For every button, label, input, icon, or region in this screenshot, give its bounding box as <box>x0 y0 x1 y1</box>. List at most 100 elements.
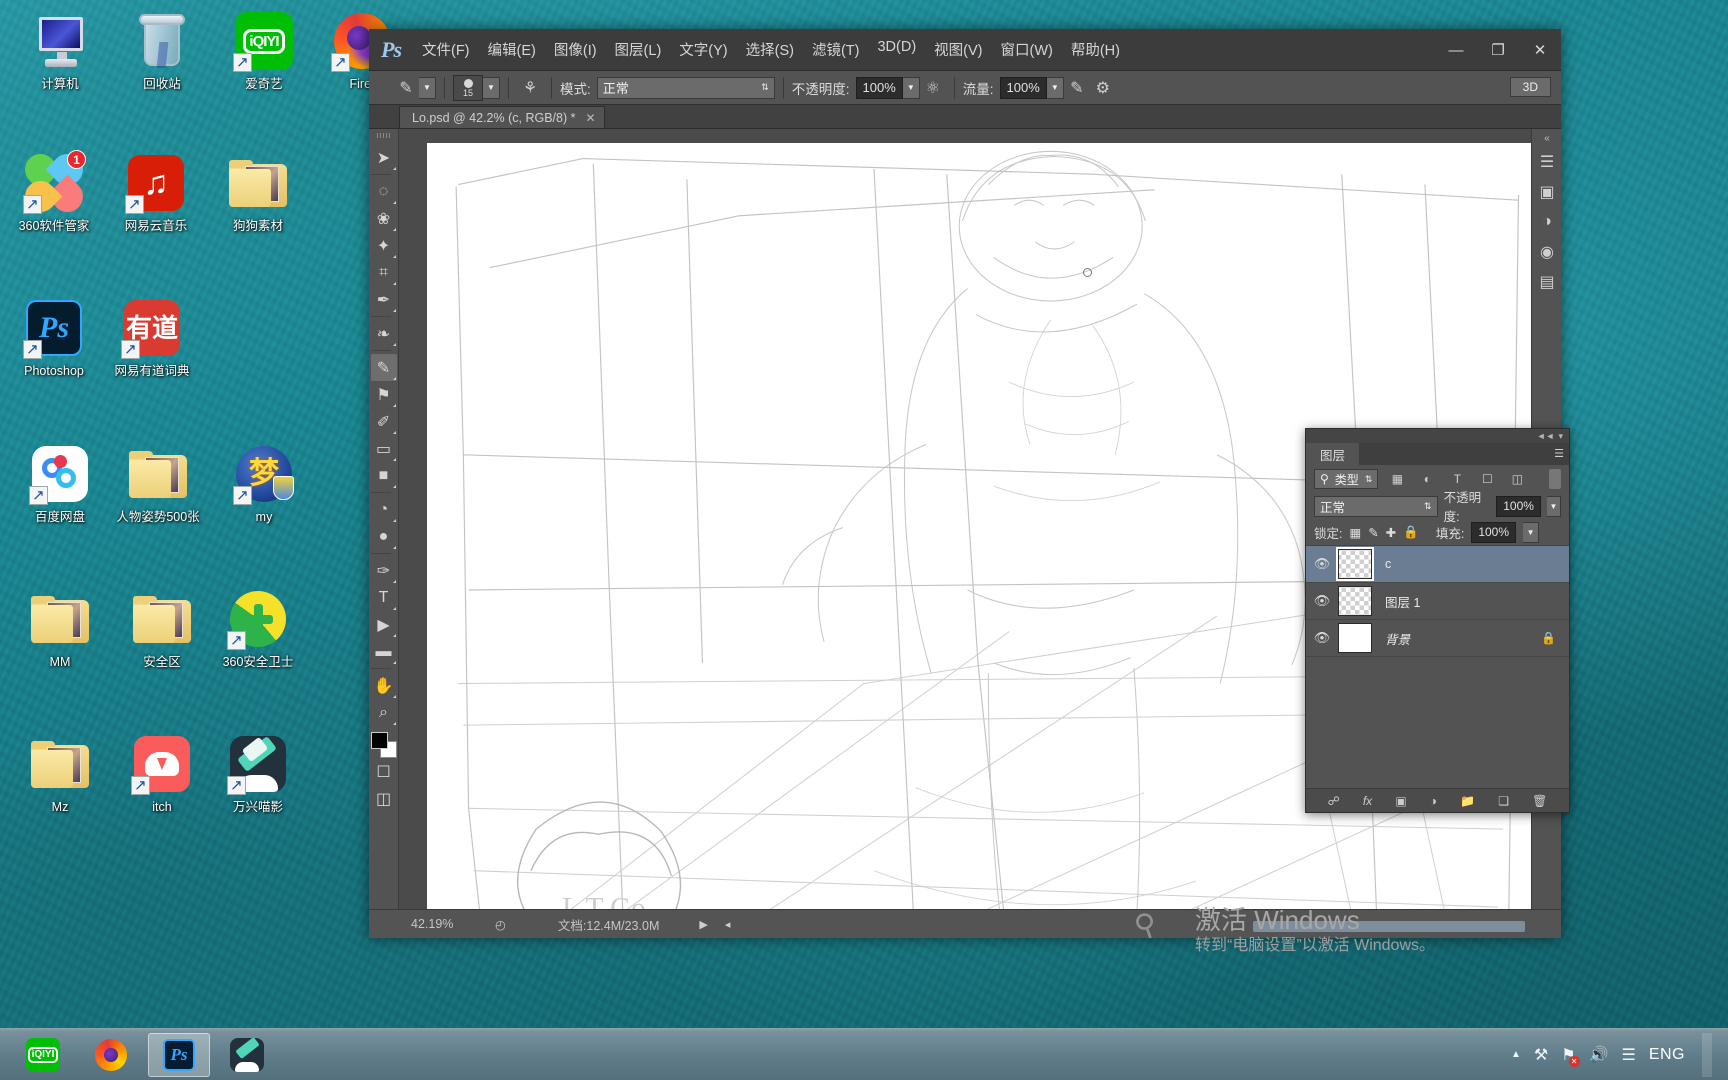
lock-transparent-icon[interactable]: ▦ <box>1349 525 1361 540</box>
menu-5[interactable]: 选择(S) <box>737 35 803 64</box>
pressure-opacity-icon[interactable]: ⚛ <box>920 76 946 100</box>
screen-mode-icon[interactable]: ◫ <box>371 785 397 812</box>
collapse-icon[interactable]: ◄◄ <box>1537 431 1555 441</box>
shape-tool[interactable]: ▬ <box>371 638 397 665</box>
desktop-icon-0[interactable]: 计算机 <box>8 10 112 91</box>
layer-thumbnail[interactable] <box>1336 547 1374 581</box>
filter-type-icon[interactable]: T <box>1446 469 1468 489</box>
tray-language-indicator[interactable]: ENG <box>1649 1046 1685 1064</box>
menu-2[interactable]: 图像(I) <box>545 35 606 64</box>
lock-image-icon[interactable]: ✎ <box>1368 525 1378 540</box>
brush-size-dropdown[interactable]: ▼ <box>483 76 500 99</box>
character-icon[interactable]: ▤ <box>1532 267 1562 297</box>
opacity-value[interactable]: 100% <box>855 76 903 99</box>
layer-blend-mode-select[interactable]: 正常 ⇅ <box>1314 495 1438 517</box>
tray-usb-icon[interactable]: ⚒ <box>1534 1045 1548 1065</box>
layer-thumbnail[interactable] <box>1338 586 1372 616</box>
tray-overflow-icon[interactable]: ▲ <box>1511 1049 1521 1060</box>
tray-network-icon[interactable]: ☰ <box>1621 1045 1635 1065</box>
panel-menu-icon[interactable]: ☰ <box>1554 447 1564 460</box>
eraser-tool[interactable]: ▭ <box>371 435 397 462</box>
filter-adjustment-icon[interactable]: ◐ <box>1416 469 1438 489</box>
opacity-dropdown[interactable]: ▼ <box>902 76 920 99</box>
desktop-icon-13[interactable]: 安全区 <box>110 588 214 669</box>
desktop-icon-11[interactable]: 梦 my <box>212 443 316 524</box>
magic-wand-tool[interactable]: ✦ <box>371 232 397 259</box>
type-tool[interactable]: T <box>371 584 397 611</box>
adjustments-icon[interactable]: ◑ <box>1532 207 1562 237</box>
menu-3[interactable]: 图层(L) <box>606 35 671 64</box>
filter-shape-icon[interactable]: ☐ <box>1476 469 1498 489</box>
lasso-tool[interactable]: ❀ <box>371 205 397 232</box>
layer-opacity-dropdown[interactable]: ▼ <box>1546 495 1561 517</box>
expand-panels-icon[interactable]: « <box>1532 129 1562 147</box>
filter-enable-toggle[interactable] <box>1549 469 1561 489</box>
brush-tool[interactable]: ✎ <box>370 354 397 381</box>
tray-action-center-icon[interactable]: ⚑ ✕ <box>1561 1045 1580 1067</box>
new-group-icon[interactable]: 📁 <box>1460 794 1475 808</box>
menu-0[interactable]: 文件(F) <box>413 35 479 64</box>
desktop-icon-6[interactable]: 狗狗素材 <box>206 152 310 233</box>
flow-value[interactable]: 100% <box>999 76 1047 99</box>
menu-4[interactable]: 文字(Y) <box>670 35 736 64</box>
workspace-3d-button[interactable]: 3D <box>1509 77 1551 97</box>
horizontal-scrollbar[interactable] <box>1253 921 1525 932</box>
desktop-icon-2[interactable]: iQIYI 爱奇艺 <box>212 10 316 91</box>
minimize-button[interactable]: — <box>1435 29 1477 71</box>
menu-8[interactable]: 视图(V) <box>925 35 991 64</box>
dodge-tool[interactable]: ● <box>371 523 397 550</box>
layer-row-0[interactable]: 👁 c <box>1306 546 1569 583</box>
close-icon[interactable]: ✕ <box>585 111 595 125</box>
fill-value[interactable]: 100% <box>1471 521 1517 543</box>
desktop-icon-5[interactable]: ♫ 网易云音乐 <box>104 152 208 233</box>
link-layers-icon[interactable]: ☍ <box>1328 794 1340 808</box>
document-tab[interactable]: Lo.psd @ 42.2% (c, RGB/8) * ✕ <box>399 106 605 128</box>
layer-list[interactable]: 👁 c 👁 图层 1 👁 背景 🔒 <box>1306 545 1569 788</box>
desktop-icon-7[interactable]: Ps Photoshop <box>2 297 106 378</box>
layer-style-icon[interactable]: fx <box>1363 794 1372 808</box>
history-brush-tool[interactable]: ✐ <box>371 408 397 435</box>
lock-position-icon[interactable]: ✚ <box>1386 525 1396 540</box>
gradient-tool[interactable]: ■ <box>371 462 397 489</box>
filter-kind-select[interactable]: ⚲ 类型 ⇅ <box>1314 469 1379 489</box>
desktop-icon-14[interactable]: 360安全卫士 <box>206 588 310 669</box>
crop-tool[interactable]: ⌗ <box>371 259 397 286</box>
taskbar-button-firefox[interactable] <box>80 1033 142 1077</box>
filter-pixel-icon[interactable]: ▦ <box>1386 469 1408 489</box>
foreground-background-color[interactable] <box>370 732 397 758</box>
desktop-icon-4[interactable]: 1 360软件管家 <box>2 147 106 233</box>
taskbar-button-iqiyi[interactable]: iQIYI <box>12 1033 74 1077</box>
marquee-tool[interactable]: ◌ <box>371 178 397 205</box>
taskbar-button-wondershare[interactable] <box>216 1033 278 1077</box>
layer-row-2[interactable]: 👁 背景 🔒 <box>1306 620 1569 657</box>
histogram-icon[interactable]: ☰ <box>1532 147 1562 177</box>
blend-mode-select[interactable]: 正常 ⇅ <box>596 76 775 99</box>
layer-thumbnail[interactable] <box>1338 623 1372 653</box>
maximize-button[interactable]: ❐ <box>1477 29 1519 71</box>
hand-tool[interactable]: ✋ <box>371 672 397 699</box>
layer-opacity-value[interactable]: 100% <box>1496 495 1541 517</box>
brush-preset-dropdown[interactable]: ▼ <box>419 76 436 99</box>
brush-size-preview[interactable]: 15 <box>453 74 483 101</box>
desktop-icon-16[interactable]: itch <box>110 733 214 814</box>
desktop-icon-12[interactable]: MM <box>8 588 112 669</box>
panel-grip-icon[interactable] <box>376 133 391 138</box>
brush-tool-icon[interactable]: ✎ <box>393 76 419 100</box>
layer-mask-icon[interactable]: ▣ <box>1395 794 1406 808</box>
pen-tool[interactable]: ✑ <box>371 557 397 584</box>
desktop-icon-8[interactable]: 有道网易有道词典 <box>100 297 204 378</box>
foreground-color-swatch[interactable] <box>370 732 388 749</box>
close-button[interactable]: ✕ <box>1519 29 1561 71</box>
healing-brush-tool[interactable]: ❧ <box>371 320 397 347</box>
path-selection-tool[interactable]: ▶ <box>371 611 397 638</box>
menu-10[interactable]: 帮助(H) <box>1062 35 1129 64</box>
menu-9[interactable]: 窗口(W) <box>992 35 1062 64</box>
move-tool[interactable]: ➤ <box>371 144 397 171</box>
eyedropper-tool[interactable]: ✒ <box>371 286 397 313</box>
tab-layers[interactable]: 图层 <box>1306 443 1360 465</box>
panel-title-bar[interactable]: ◄◄ ▾ <box>1306 429 1569 443</box>
color-icon[interactable]: ◉ <box>1532 237 1562 267</box>
new-layer-icon[interactable]: ❏ <box>1498 794 1509 808</box>
desktop-icon-1[interactable]: 回收站 <box>110 10 214 91</box>
zoom-tool[interactable]: ⌕ <box>371 699 397 726</box>
